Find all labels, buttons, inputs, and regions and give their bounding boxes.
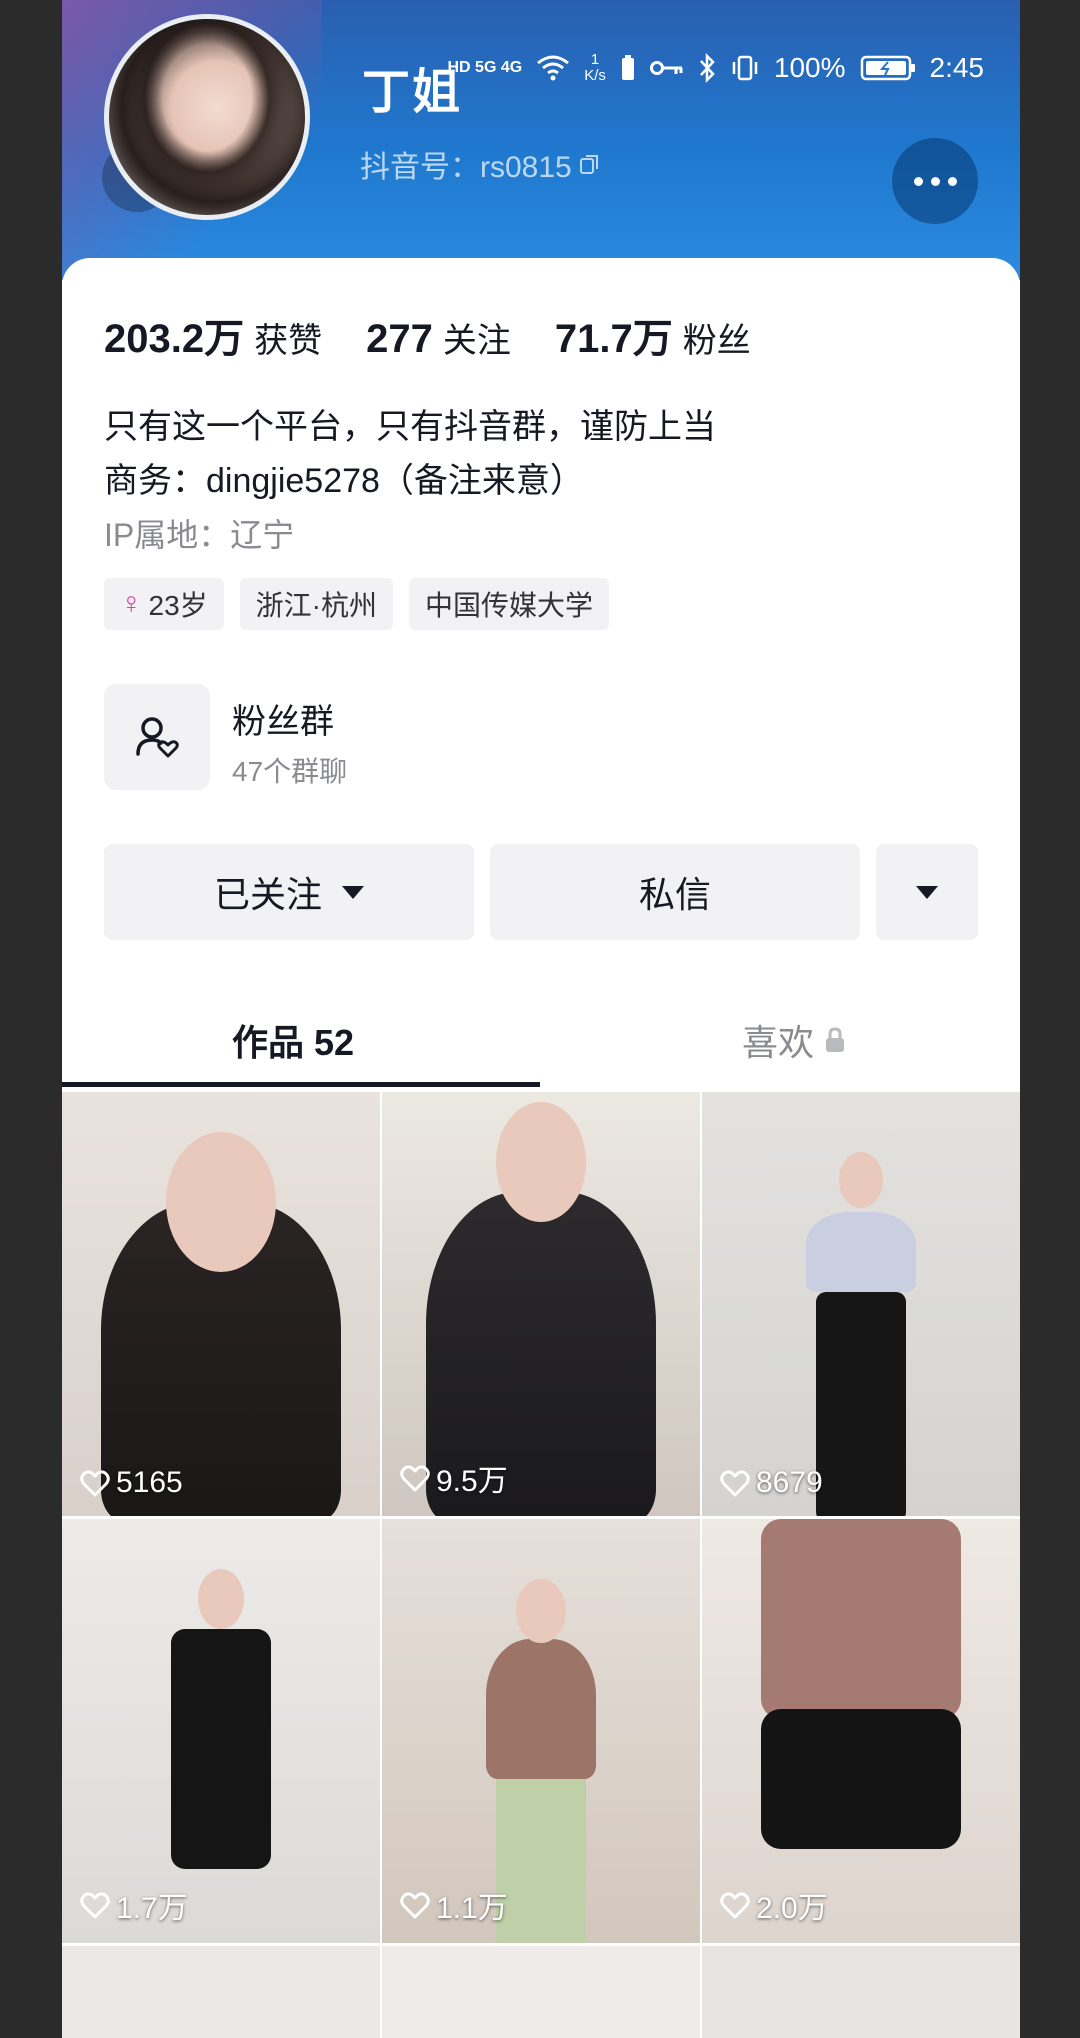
tag-location[interactable]: 浙江·杭州 <box>239 578 393 630</box>
heart-icon <box>400 1892 430 1919</box>
content-tabs: 作品 52 喜欢 <box>62 1000 1020 1088</box>
heart-icon <box>400 1465 430 1492</box>
battery-percent: 100% <box>773 52 846 83</box>
heart-icon <box>80 1470 110 1497</box>
video-thumbnail[interactable]: 2.0万 <box>702 1519 1020 1943</box>
ip-location: IP属地：辽宁 <box>104 517 295 553</box>
thumbnail-face <box>198 1569 244 1629</box>
fan-group-count: 47个群聊 <box>232 756 348 787</box>
thumbnail-top <box>486 1639 596 1779</box>
copy-icon[interactable] <box>578 152 602 176</box>
more-dot-icon <box>947 176 957 186</box>
video-thumbnail[interactable]: 1.1万 <box>382 1519 700 1943</box>
network-speed: 1 K/s <box>584 51 606 84</box>
fan-group-icon <box>136 717 179 758</box>
video-like-count: 9.5万 <box>400 1456 508 1500</box>
video-grid-next-row <box>62 1946 1020 2038</box>
following-button[interactable]: 已关注 <box>104 844 474 940</box>
heart-icon <box>80 1892 110 1919</box>
network-indicator: HD 5G 4G <box>447 59 523 76</box>
bio-line: 商务：dingjie5278（备注来意） <box>104 462 584 500</box>
video-thumbnail[interactable]: 5165 <box>62 1092 380 1516</box>
battery-saver-icon <box>621 55 634 80</box>
battery-charging-icon <box>860 55 915 81</box>
video-thumbnail[interactable] <box>62 1946 380 2038</box>
more-dot-icon <box>913 176 923 186</box>
thumbnail-top <box>806 1212 916 1292</box>
status-bar: HD 5G 4G 1 K/s 100% 2:45 <box>448 48 985 88</box>
thumbnail-face <box>496 1102 586 1222</box>
fan-group-button[interactable] <box>104 684 210 790</box>
stat-followers[interactable]: 71.7万 粉丝 <box>555 306 751 364</box>
avatar[interactable] <box>104 14 310 220</box>
caret-down-icon <box>342 885 364 899</box>
thumbnail-figure <box>761 1709 961 1849</box>
bio-line: 只有这一个平台，只有抖音群，谨防上当 <box>104 408 716 446</box>
thumbnail-figure <box>816 1292 906 1516</box>
stat-following[interactable]: 277 关注 <box>366 313 511 362</box>
heart-icon <box>720 1892 750 1919</box>
video-like-count: 1.1万 <box>400 1883 508 1927</box>
video-thumbnail[interactable]: 8679 <box>702 1092 1020 1516</box>
recommend-dropdown-button[interactable] <box>876 844 978 940</box>
video-like-count: 1.7万 <box>80 1883 188 1927</box>
thumbnail-top <box>761 1519 961 1719</box>
key-icon <box>649 61 683 75</box>
video-like-count: 5165 <box>80 1466 183 1500</box>
fan-group-title[interactable]: 粉丝群 <box>232 694 334 743</box>
video-grid: 5165 9.5万 8679 1.7万 1.1万 2.0万 <box>62 1092 1020 1943</box>
heart-icon <box>720 1470 750 1497</box>
douyin-id[interactable]: 抖音号：rs0815 <box>360 142 602 186</box>
video-thumbnail[interactable] <box>382 1946 700 2038</box>
tag-age[interactable]: ♀ 23岁 <box>104 578 224 630</box>
message-button[interactable]: 私信 <box>490 844 860 940</box>
wifi-icon <box>537 55 570 81</box>
video-like-count: 2.0万 <box>720 1883 828 1927</box>
more-options-button[interactable] <box>892 138 978 224</box>
profile-screen: 丁姐 HD 5G 4G 1 K/s 100% 2:45 抖音号：rs0815 20… <box>62 0 1020 2038</box>
tag-school[interactable]: 中国传媒大学 <box>408 578 609 630</box>
thumbnail-face <box>166 1132 276 1272</box>
thumbnail-figure <box>171 1629 271 1869</box>
profile-bio: 只有这一个平台，只有抖音群，谨防上当 商务：dingjie5278（备注来意） <box>104 400 716 508</box>
vibrate-icon <box>732 55 758 81</box>
thumbnail-face <box>516 1579 566 1643</box>
female-icon: ♀ <box>120 587 143 620</box>
video-thumbnail[interactable] <box>702 1946 1020 2038</box>
more-dot-icon <box>930 176 940 186</box>
bluetooth-icon <box>699 53 715 83</box>
thumbnail-figure <box>496 1769 586 1943</box>
tab-works[interactable]: 作品 52 <box>232 1014 354 1066</box>
caret-down-icon <box>916 885 938 899</box>
profile-card: 203.2万 获赞 277 关注 71.7万 粉丝 只有这一个平台，只有抖音群，谨防上… <box>62 258 1020 1088</box>
profile-stats: 203.2万 获赞 277 关注 71.7万 粉丝 <box>104 306 751 364</box>
avatar-photo <box>109 19 305 215</box>
profile-tags: ♀ 23岁 浙江·杭州 中国传媒大学 <box>104 578 609 630</box>
thumbnail-face <box>839 1152 883 1208</box>
active-tab-indicator <box>62 1082 540 1087</box>
video-like-count: 8679 <box>720 1466 823 1500</box>
video-thumbnail[interactable]: 1.7万 <box>62 1519 380 1943</box>
clock: 2:45 <box>929 52 985 83</box>
tab-likes[interactable]: 喜欢 <box>742 1014 846 1066</box>
lock-icon <box>826 1027 845 1052</box>
video-thumbnail[interactable]: 9.5万 <box>382 1092 700 1516</box>
stat-likes[interactable]: 203.2万 获赞 <box>104 306 322 364</box>
